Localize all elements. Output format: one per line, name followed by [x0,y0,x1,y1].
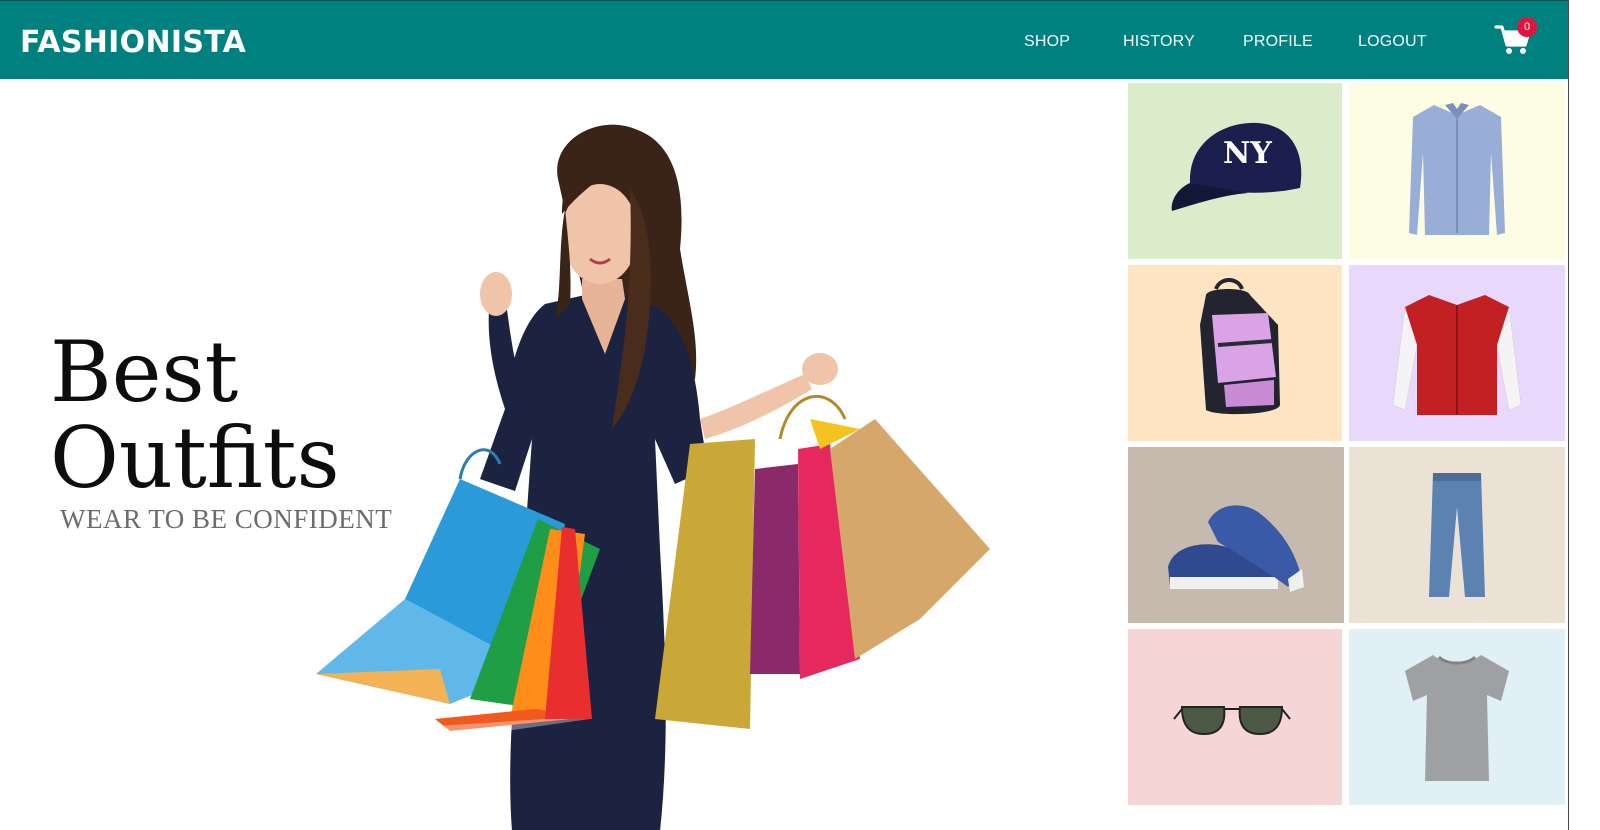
svg-text:NY: NY [1223,136,1272,171]
cap-icon: NY [1128,83,1342,259]
page-edge [1568,0,1600,830]
hero-title-line-1: Best [50,323,239,421]
cart-count-badge: 0 [1517,17,1537,37]
hero-tagline: WEAR TO BE CONFIDENT [60,504,393,534]
tshirt-icon [1349,629,1565,805]
backpack-icon [1128,265,1342,441]
nav-history-link[interactable]: HISTORY [1123,33,1195,51]
nav-profile-link[interactable]: PROFILE [1243,33,1313,51]
product-tile-jacket[interactable] [1349,265,1565,441]
nav-logout-link[interactable]: LOGOUT [1358,33,1427,51]
hero-title: Best Outfits [50,329,340,501]
right-shopping-bags [655,394,990,729]
product-tile-cap[interactable]: NY [1128,83,1342,259]
shirt-icon [1349,83,1565,259]
hero-title-line-2: Outfits [50,409,340,507]
nav-shop-link[interactable]: SHOP [1024,33,1070,51]
shopping-woman-image [316,124,990,830]
hero-banner: Best Outfits WEAR TO BE CONFIDENT [0,79,1125,830]
product-tile-sneakers[interactable] [1128,447,1344,623]
product-tile-shirt[interactable] [1349,83,1565,259]
product-tile-tshirt[interactable] [1349,629,1565,805]
sunglasses-icon [1128,629,1342,805]
sneakers-icon [1128,447,1344,623]
jacket-icon [1349,265,1565,441]
product-tile-jeans[interactable] [1349,447,1565,623]
jeans-icon [1349,447,1565,623]
product-tile-backpack[interactable] [1128,265,1342,441]
brand-logo[interactable]: FASHIONISTA [20,25,246,60]
top-navbar: FASHIONISTA SHOP HISTORY PROFILE LOGOUT … [0,0,1568,79]
product-tile-sunglasses[interactable] [1128,629,1342,805]
